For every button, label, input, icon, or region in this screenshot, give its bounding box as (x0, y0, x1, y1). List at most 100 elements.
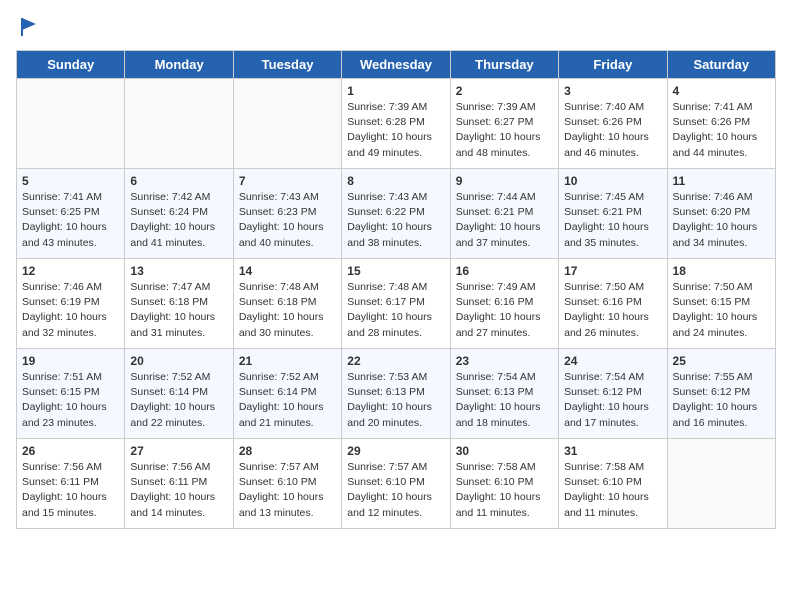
calendar-cell: 14 Sunrise: 7:48 AM Sunset: 6:18 PM Dayli… (233, 259, 341, 349)
day-info: Sunrise: 7:55 AM Sunset: 6:12 PM Dayligh… (673, 370, 770, 431)
day-info: Sunrise: 7:57 AM Sunset: 6:10 PM Dayligh… (239, 460, 336, 521)
calendar-cell: 26Sunrise: 7:56 AM Sunset: 6:11 PM Dayli… (17, 439, 125, 529)
calendar-cell: 9 Sunrise: 7:44 AM Sunset: 6:21 PM Daylig… (450, 169, 558, 259)
day-info: Sunrise: 7:56 AM Sunset: 6:11 PM Dayligh… (22, 460, 119, 521)
logo-flag-icon (18, 16, 40, 38)
calendar-cell: 28 Sunrise: 7:57 AM Sunset: 6:10 PM Dayli… (233, 439, 341, 529)
day-info: Sunrise: 7:47 AM Sunset: 6:18 PM Dayligh… (130, 280, 227, 341)
calendar-cell: 11 Sunrise: 7:46 AM Sunset: 6:20 PM Dayli… (667, 169, 775, 259)
calendar-cell: 1 Sunrise: 7:39 AM Sunset: 6:28 PM Daylig… (342, 79, 450, 169)
day-info: Sunrise: 7:39 AM Sunset: 6:27 PM Dayligh… (456, 100, 553, 161)
day-info: Sunrise: 7:54 AM Sunset: 6:13 PM Dayligh… (456, 370, 553, 431)
calendar-cell: 21 Sunrise: 7:52 AM Sunset: 6:14 PM Dayli… (233, 349, 341, 439)
calendar-cell: 29 Sunrise: 7:57 AM Sunset: 6:10 PM Dayli… (342, 439, 450, 529)
dow-header-monday: Monday (125, 51, 233, 79)
day-number: 24 (564, 354, 661, 368)
calendar-cell: 30 Sunrise: 7:58 AM Sunset: 6:10 PM Dayli… (450, 439, 558, 529)
day-number: 13 (130, 264, 227, 278)
calendar-cell: 27Sunrise: 7:56 AM Sunset: 6:11 PM Dayli… (125, 439, 233, 529)
day-number: 16 (456, 264, 553, 278)
day-info: Sunrise: 7:58 AM Sunset: 6:10 PM Dayligh… (456, 460, 553, 521)
calendar-cell: 12 Sunrise: 7:46 AM Sunset: 6:19 PM Dayli… (17, 259, 125, 349)
calendar-cell: 2 Sunrise: 7:39 AM Sunset: 6:27 PM Daylig… (450, 79, 558, 169)
dow-header-wednesday: Wednesday (342, 51, 450, 79)
calendar-cell (667, 439, 775, 529)
day-number: 15 (347, 264, 444, 278)
calendar-cell: 20 Sunrise: 7:52 AM Sunset: 6:14 PM Dayli… (125, 349, 233, 439)
day-number: 27 (130, 444, 227, 458)
day-number: 31 (564, 444, 661, 458)
day-info: Sunrise: 7:58 AM Sunset: 6:10 PM Dayligh… (564, 460, 661, 521)
calendar-week-5: 26Sunrise: 7:56 AM Sunset: 6:11 PM Dayli… (17, 439, 776, 529)
calendar-cell: 15 Sunrise: 7:48 AM Sunset: 6:17 PM Dayli… (342, 259, 450, 349)
day-number: 19 (22, 354, 119, 368)
calendar-cell: 25Sunrise: 7:55 AM Sunset: 6:12 PM Dayli… (667, 349, 775, 439)
day-number: 23 (456, 354, 553, 368)
calendar-cell (125, 79, 233, 169)
day-number: 12 (22, 264, 119, 278)
day-number: 9 (456, 174, 553, 188)
calendar-cell: 6 Sunrise: 7:42 AM Sunset: 6:24 PM Daylig… (125, 169, 233, 259)
day-info: Sunrise: 7:50 AM Sunset: 6:15 PM Dayligh… (673, 280, 770, 341)
calendar-cell: 31 Sunrise: 7:58 AM Sunset: 6:10 PM Dayli… (559, 439, 667, 529)
dow-header-sunday: Sunday (17, 51, 125, 79)
dow-header-friday: Friday (559, 51, 667, 79)
day-info: Sunrise: 7:52 AM Sunset: 6:14 PM Dayligh… (239, 370, 336, 431)
day-number: 8 (347, 174, 444, 188)
day-number: 10 (564, 174, 661, 188)
calendar-week-3: 12 Sunrise: 7:46 AM Sunset: 6:19 PM Dayli… (17, 259, 776, 349)
day-info: Sunrise: 7:57 AM Sunset: 6:10 PM Dayligh… (347, 460, 444, 521)
day-number: 3 (564, 84, 661, 98)
day-info: Sunrise: 7:46 AM Sunset: 6:19 PM Dayligh… (22, 280, 119, 341)
day-info: Sunrise: 7:39 AM Sunset: 6:28 PM Dayligh… (347, 100, 444, 161)
calendar-week-1: 1 Sunrise: 7:39 AM Sunset: 6:28 PM Daylig… (17, 79, 776, 169)
dow-header-saturday: Saturday (667, 51, 775, 79)
calendar-cell: 8 Sunrise: 7:43 AM Sunset: 6:22 PM Daylig… (342, 169, 450, 259)
calendar-cell: 10 Sunrise: 7:45 AM Sunset: 6:21 PM Dayli… (559, 169, 667, 259)
day-number: 21 (239, 354, 336, 368)
day-info: Sunrise: 7:50 AM Sunset: 6:16 PM Dayligh… (564, 280, 661, 341)
day-number: 28 (239, 444, 336, 458)
calendar-cell: 17 Sunrise: 7:50 AM Sunset: 6:16 PM Dayli… (559, 259, 667, 349)
day-info: Sunrise: 7:53 AM Sunset: 6:13 PM Dayligh… (347, 370, 444, 431)
calendar-week-4: 19 Sunrise: 7:51 AM Sunset: 6:15 PM Dayli… (17, 349, 776, 439)
day-info: Sunrise: 7:41 AM Sunset: 6:26 PM Dayligh… (673, 100, 770, 161)
day-number: 17 (564, 264, 661, 278)
calendar-cell: 16Sunrise: 7:49 AM Sunset: 6:16 PM Dayli… (450, 259, 558, 349)
calendar-cell: 4 Sunrise: 7:41 AM Sunset: 6:26 PM Daylig… (667, 79, 775, 169)
day-info: Sunrise: 7:46 AM Sunset: 6:20 PM Dayligh… (673, 190, 770, 251)
day-number: 29 (347, 444, 444, 458)
dow-header-tuesday: Tuesday (233, 51, 341, 79)
day-info: Sunrise: 7:44 AM Sunset: 6:21 PM Dayligh… (456, 190, 553, 251)
day-number: 5 (22, 174, 119, 188)
day-info: Sunrise: 7:45 AM Sunset: 6:21 PM Dayligh… (564, 190, 661, 251)
day-info: Sunrise: 7:51 AM Sunset: 6:15 PM Dayligh… (22, 370, 119, 431)
day-number: 11 (673, 174, 770, 188)
logo (16, 16, 40, 38)
day-info: Sunrise: 7:43 AM Sunset: 6:22 PM Dayligh… (347, 190, 444, 251)
day-number: 14 (239, 264, 336, 278)
calendar-cell: 19 Sunrise: 7:51 AM Sunset: 6:15 PM Dayli… (17, 349, 125, 439)
day-info: Sunrise: 7:48 AM Sunset: 6:18 PM Dayligh… (239, 280, 336, 341)
day-number: 30 (456, 444, 553, 458)
day-info: Sunrise: 7:43 AM Sunset: 6:23 PM Dayligh… (239, 190, 336, 251)
calendar-cell: 22 Sunrise: 7:53 AM Sunset: 6:13 PM Dayli… (342, 349, 450, 439)
calendar-cell: 24Sunrise: 7:54 AM Sunset: 6:12 PM Dayli… (559, 349, 667, 439)
calendar-cell: 23 Sunrise: 7:54 AM Sunset: 6:13 PM Dayli… (450, 349, 558, 439)
calendar-cell: 13 Sunrise: 7:47 AM Sunset: 6:18 PM Dayli… (125, 259, 233, 349)
day-number: 20 (130, 354, 227, 368)
day-info: Sunrise: 7:48 AM Sunset: 6:17 PM Dayligh… (347, 280, 444, 341)
day-info: Sunrise: 7:42 AM Sunset: 6:24 PM Dayligh… (130, 190, 227, 251)
day-number: 1 (347, 84, 444, 98)
day-number: 6 (130, 174, 227, 188)
day-info: Sunrise: 7:40 AM Sunset: 6:26 PM Dayligh… (564, 100, 661, 161)
day-number: 22 (347, 354, 444, 368)
calendar-cell (17, 79, 125, 169)
day-number: 4 (673, 84, 770, 98)
calendar-week-2: 5Sunrise: 7:41 AM Sunset: 6:25 PM Daylig… (17, 169, 776, 259)
day-number: 2 (456, 84, 553, 98)
day-number: 18 (673, 264, 770, 278)
day-info: Sunrise: 7:52 AM Sunset: 6:14 PM Dayligh… (130, 370, 227, 431)
calendar-cell: 5Sunrise: 7:41 AM Sunset: 6:25 PM Daylig… (17, 169, 125, 259)
page-header (16, 16, 776, 38)
